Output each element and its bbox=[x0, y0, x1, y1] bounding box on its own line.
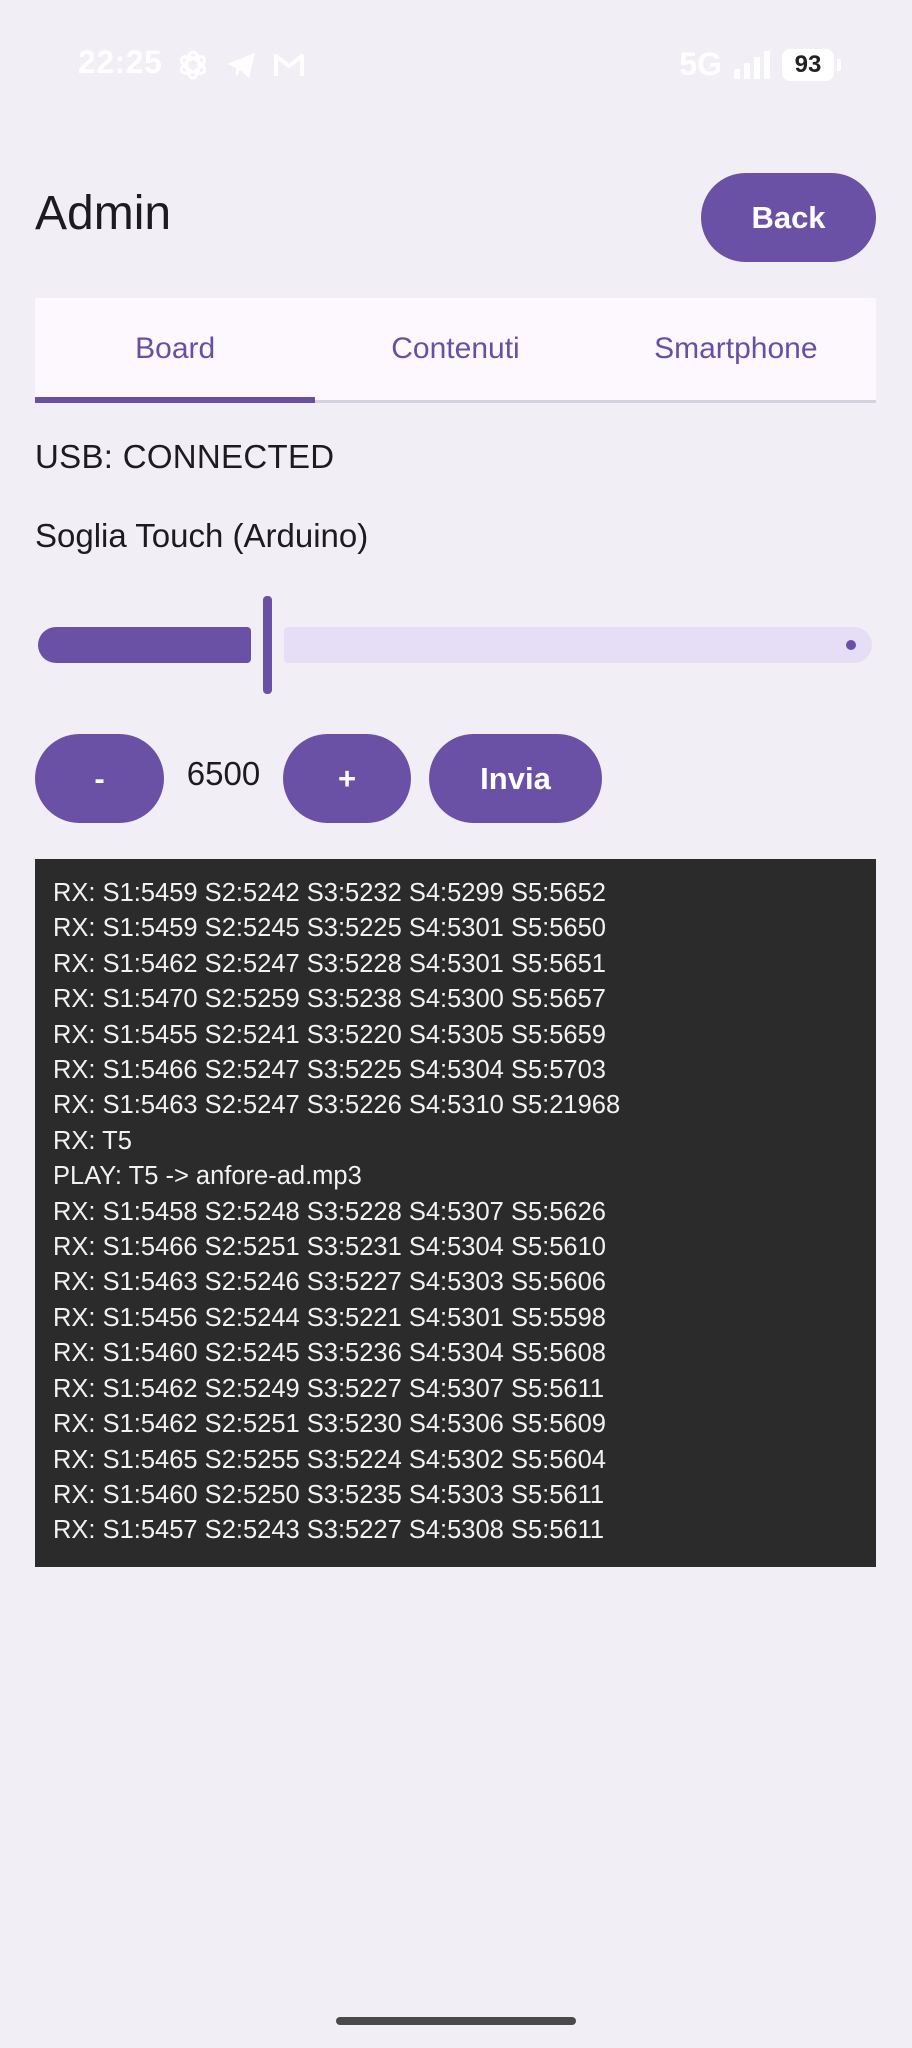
status-right: 5G 93 bbox=[679, 46, 841, 83]
log-line: PLAY: T5 -> anfore-ad.mp3 bbox=[53, 1162, 362, 1191]
slider-label: Soglia Touch (Arduino) bbox=[35, 517, 369, 554]
log-line: RX: S1:5457 S2:5243 S3:5227 S4:5308 S5:5… bbox=[53, 1516, 605, 1545]
serial-log[interactable]: RX: S1:5459 S2:5242 S3:5232 S4:5299 S5:5… bbox=[35, 859, 876, 1567]
status-time: 22:25 bbox=[78, 44, 163, 80]
slider-active-track bbox=[38, 627, 251, 663]
openai-icon bbox=[176, 48, 210, 87]
gmail-icon bbox=[272, 48, 306, 87]
log-line: RX: S1:5463 S2:5247 S3:5226 S4:5310 S5:2… bbox=[53, 1091, 621, 1120]
log-line: RX: S1:5462 S2:5249 S3:5227 S4:5307 S5:5… bbox=[53, 1374, 605, 1403]
log-line: RX: S1:5458 S2:5248 S3:5228 S4:5307 S5:5… bbox=[53, 1197, 606, 1226]
tab-board[interactable]: Board bbox=[35, 298, 316, 403]
battery-level: 93 bbox=[794, 50, 822, 78]
send-button[interactable]: Invia bbox=[429, 734, 602, 823]
log-line: RX: S1:5460 S2:5245 S3:5236 S4:5304 S5:5… bbox=[53, 1339, 606, 1368]
log-line: RX: S1:5455 S2:5241 S3:5220 S4:5305 S5:5… bbox=[53, 1020, 606, 1049]
increment-button[interactable]: + bbox=[283, 734, 411, 823]
log-line: RX: S1:5466 S2:5247 S3:5225 S4:5304 S5:5… bbox=[53, 1056, 606, 1085]
page-title: Admin bbox=[35, 187, 172, 240]
usb-status: USB: CONNECTED bbox=[35, 438, 335, 475]
signal-icon bbox=[734, 50, 770, 79]
notification-icons bbox=[176, 48, 306, 87]
log-line: RX: S1:5459 S2:5242 S3:5232 S4:5299 S5:5… bbox=[53, 879, 606, 907]
log-line: RX: S1:5466 S2:5251 S3:5231 S4:5304 S5:5… bbox=[53, 1233, 606, 1262]
back-button[interactable]: Back bbox=[701, 173, 876, 262]
log-line: RX: S1:5463 S2:5246 S3:5227 S4:5303 S5:5… bbox=[53, 1268, 606, 1297]
log-line: RX: S1:5470 S2:5259 S3:5238 S4:5300 S5:5… bbox=[53, 985, 606, 1014]
network-label: 5G bbox=[679, 46, 722, 82]
home-indicator[interactable] bbox=[336, 2017, 576, 2025]
telegram-icon bbox=[224, 48, 258, 87]
threshold-slider[interactable] bbox=[38, 592, 872, 694]
log-line: RX: T5 bbox=[53, 1126, 132, 1155]
battery-icon: 93 bbox=[782, 48, 841, 81]
tab-smartphone[interactable]: Smartphone bbox=[596, 298, 876, 400]
threshold-value: 6500 bbox=[186, 755, 261, 792]
slider-inactive-track bbox=[284, 627, 872, 663]
log-line: RX: S1:5456 S2:5244 S3:5221 S4:5301 S5:5… bbox=[53, 1303, 606, 1332]
status-bar: 22:25 5G 93 bbox=[0, 0, 912, 130]
tab-bar: Board Contenuti Smartphone bbox=[35, 298, 876, 403]
log-line: RX: S1:5460 S2:5250 S3:5235 S4:5303 S5:5… bbox=[53, 1480, 605, 1509]
log-line: RX: S1:5462 S2:5247 S3:5228 S4:5301 S5:5… bbox=[53, 949, 606, 978]
admin-screen: 22:25 5G 93 Admin Back Board Contenuti S… bbox=[0, 0, 912, 2048]
tab-contenuti[interactable]: Contenuti bbox=[315, 298, 595, 400]
log-line: RX: S1:5465 S2:5255 S3:5224 S4:5302 S5:5… bbox=[53, 1445, 606, 1474]
log-line: RX: S1:5459 S2:5245 S3:5225 S4:5301 S5:5… bbox=[53, 914, 606, 943]
log-line: RX: S1:5462 S2:5251 S3:5230 S4:5306 S5:5… bbox=[53, 1410, 606, 1439]
decrement-button[interactable]: - bbox=[35, 734, 164, 823]
slider-stop-indicator bbox=[846, 640, 856, 650]
slider-thumb[interactable] bbox=[263, 596, 272, 694]
